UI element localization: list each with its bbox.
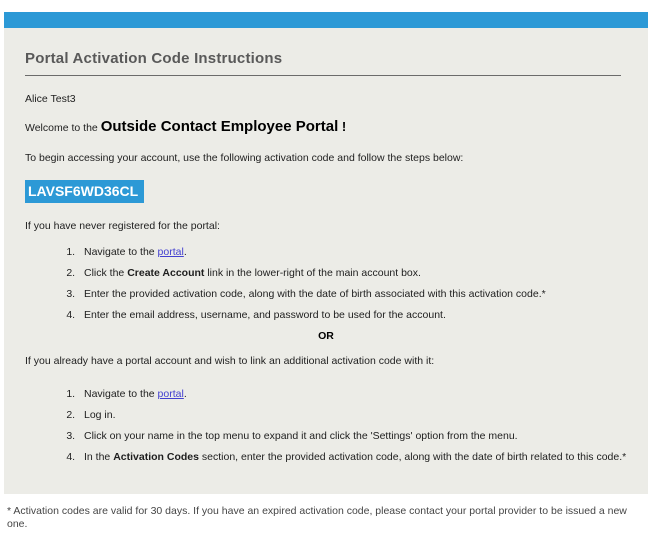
title-divider bbox=[25, 75, 621, 76]
page-title: Portal Activation Code Instructions bbox=[25, 50, 627, 68]
list-item: Click the Create Account link in the low… bbox=[78, 267, 627, 280]
step-text: Log in. bbox=[84, 409, 116, 421]
step-text: section, enter the provided activation c… bbox=[199, 451, 626, 463]
step-text: . bbox=[184, 246, 187, 258]
list-item: Enter the provided activation code, alon… bbox=[78, 288, 627, 301]
new-user-steps: Navigate to the portal. Click the Create… bbox=[25, 246, 627, 322]
welcome-line: Welcome to the Outside Contact Employee … bbox=[25, 118, 627, 137]
list-item: Enter the email address, username, and p… bbox=[78, 309, 627, 322]
step-text: In the bbox=[84, 451, 113, 463]
or-divider: OR bbox=[25, 330, 627, 343]
intro-text: To begin accessing your account, use the… bbox=[25, 152, 627, 165]
step-text: Click the bbox=[84, 267, 127, 279]
step-bold-text: Create Account bbox=[127, 267, 204, 279]
list-item: In the Activation Codes section, enter t… bbox=[78, 451, 627, 464]
step-bold-text: Activation Codes bbox=[113, 451, 199, 463]
step-text: Navigate to the bbox=[84, 246, 158, 258]
step-text: . bbox=[184, 388, 187, 400]
list-item: Log in. bbox=[78, 409, 627, 422]
portal-link[interactable]: portal bbox=[158, 388, 184, 400]
section-new-heading: If you have never registered for the por… bbox=[25, 220, 627, 233]
top-accent-bar bbox=[4, 12, 648, 28]
list-item: Navigate to the portal. bbox=[78, 388, 627, 401]
email-body: Portal Activation Code Instructions Alic… bbox=[0, 12, 652, 531]
section-existing-heading: If you already have a portal account and… bbox=[25, 355, 627, 368]
step-text: Enter the email address, username, and p… bbox=[84, 309, 446, 321]
portal-link[interactable]: portal bbox=[158, 246, 184, 258]
welcome-suffix: ! bbox=[338, 119, 346, 134]
step-text: Navigate to the bbox=[84, 388, 158, 400]
activation-code: LAVSF6WD36CL bbox=[25, 180, 144, 203]
greeting-text: Alice Test3 bbox=[25, 93, 627, 106]
footnote: * Activation codes are valid for 30 days… bbox=[7, 505, 646, 531]
welcome-prefix: Welcome to the bbox=[25, 122, 101, 134]
list-item: Navigate to the portal. bbox=[78, 246, 627, 259]
step-text: Enter the provided activation code, alon… bbox=[84, 288, 546, 300]
existing-user-steps: Navigate to the portal. Log in. Click on… bbox=[25, 388, 627, 464]
portal-name: Outside Contact Employee Portal bbox=[101, 118, 339, 135]
activation-code-row: LAVSF6WD36CL bbox=[25, 180, 627, 203]
step-text: link in the lower-right of the main acco… bbox=[204, 267, 421, 279]
step-text: Click on your name in the top menu to ex… bbox=[84, 430, 518, 442]
list-item: Click on your name in the top menu to ex… bbox=[78, 430, 627, 443]
content-card: Portal Activation Code Instructions Alic… bbox=[4, 28, 648, 494]
